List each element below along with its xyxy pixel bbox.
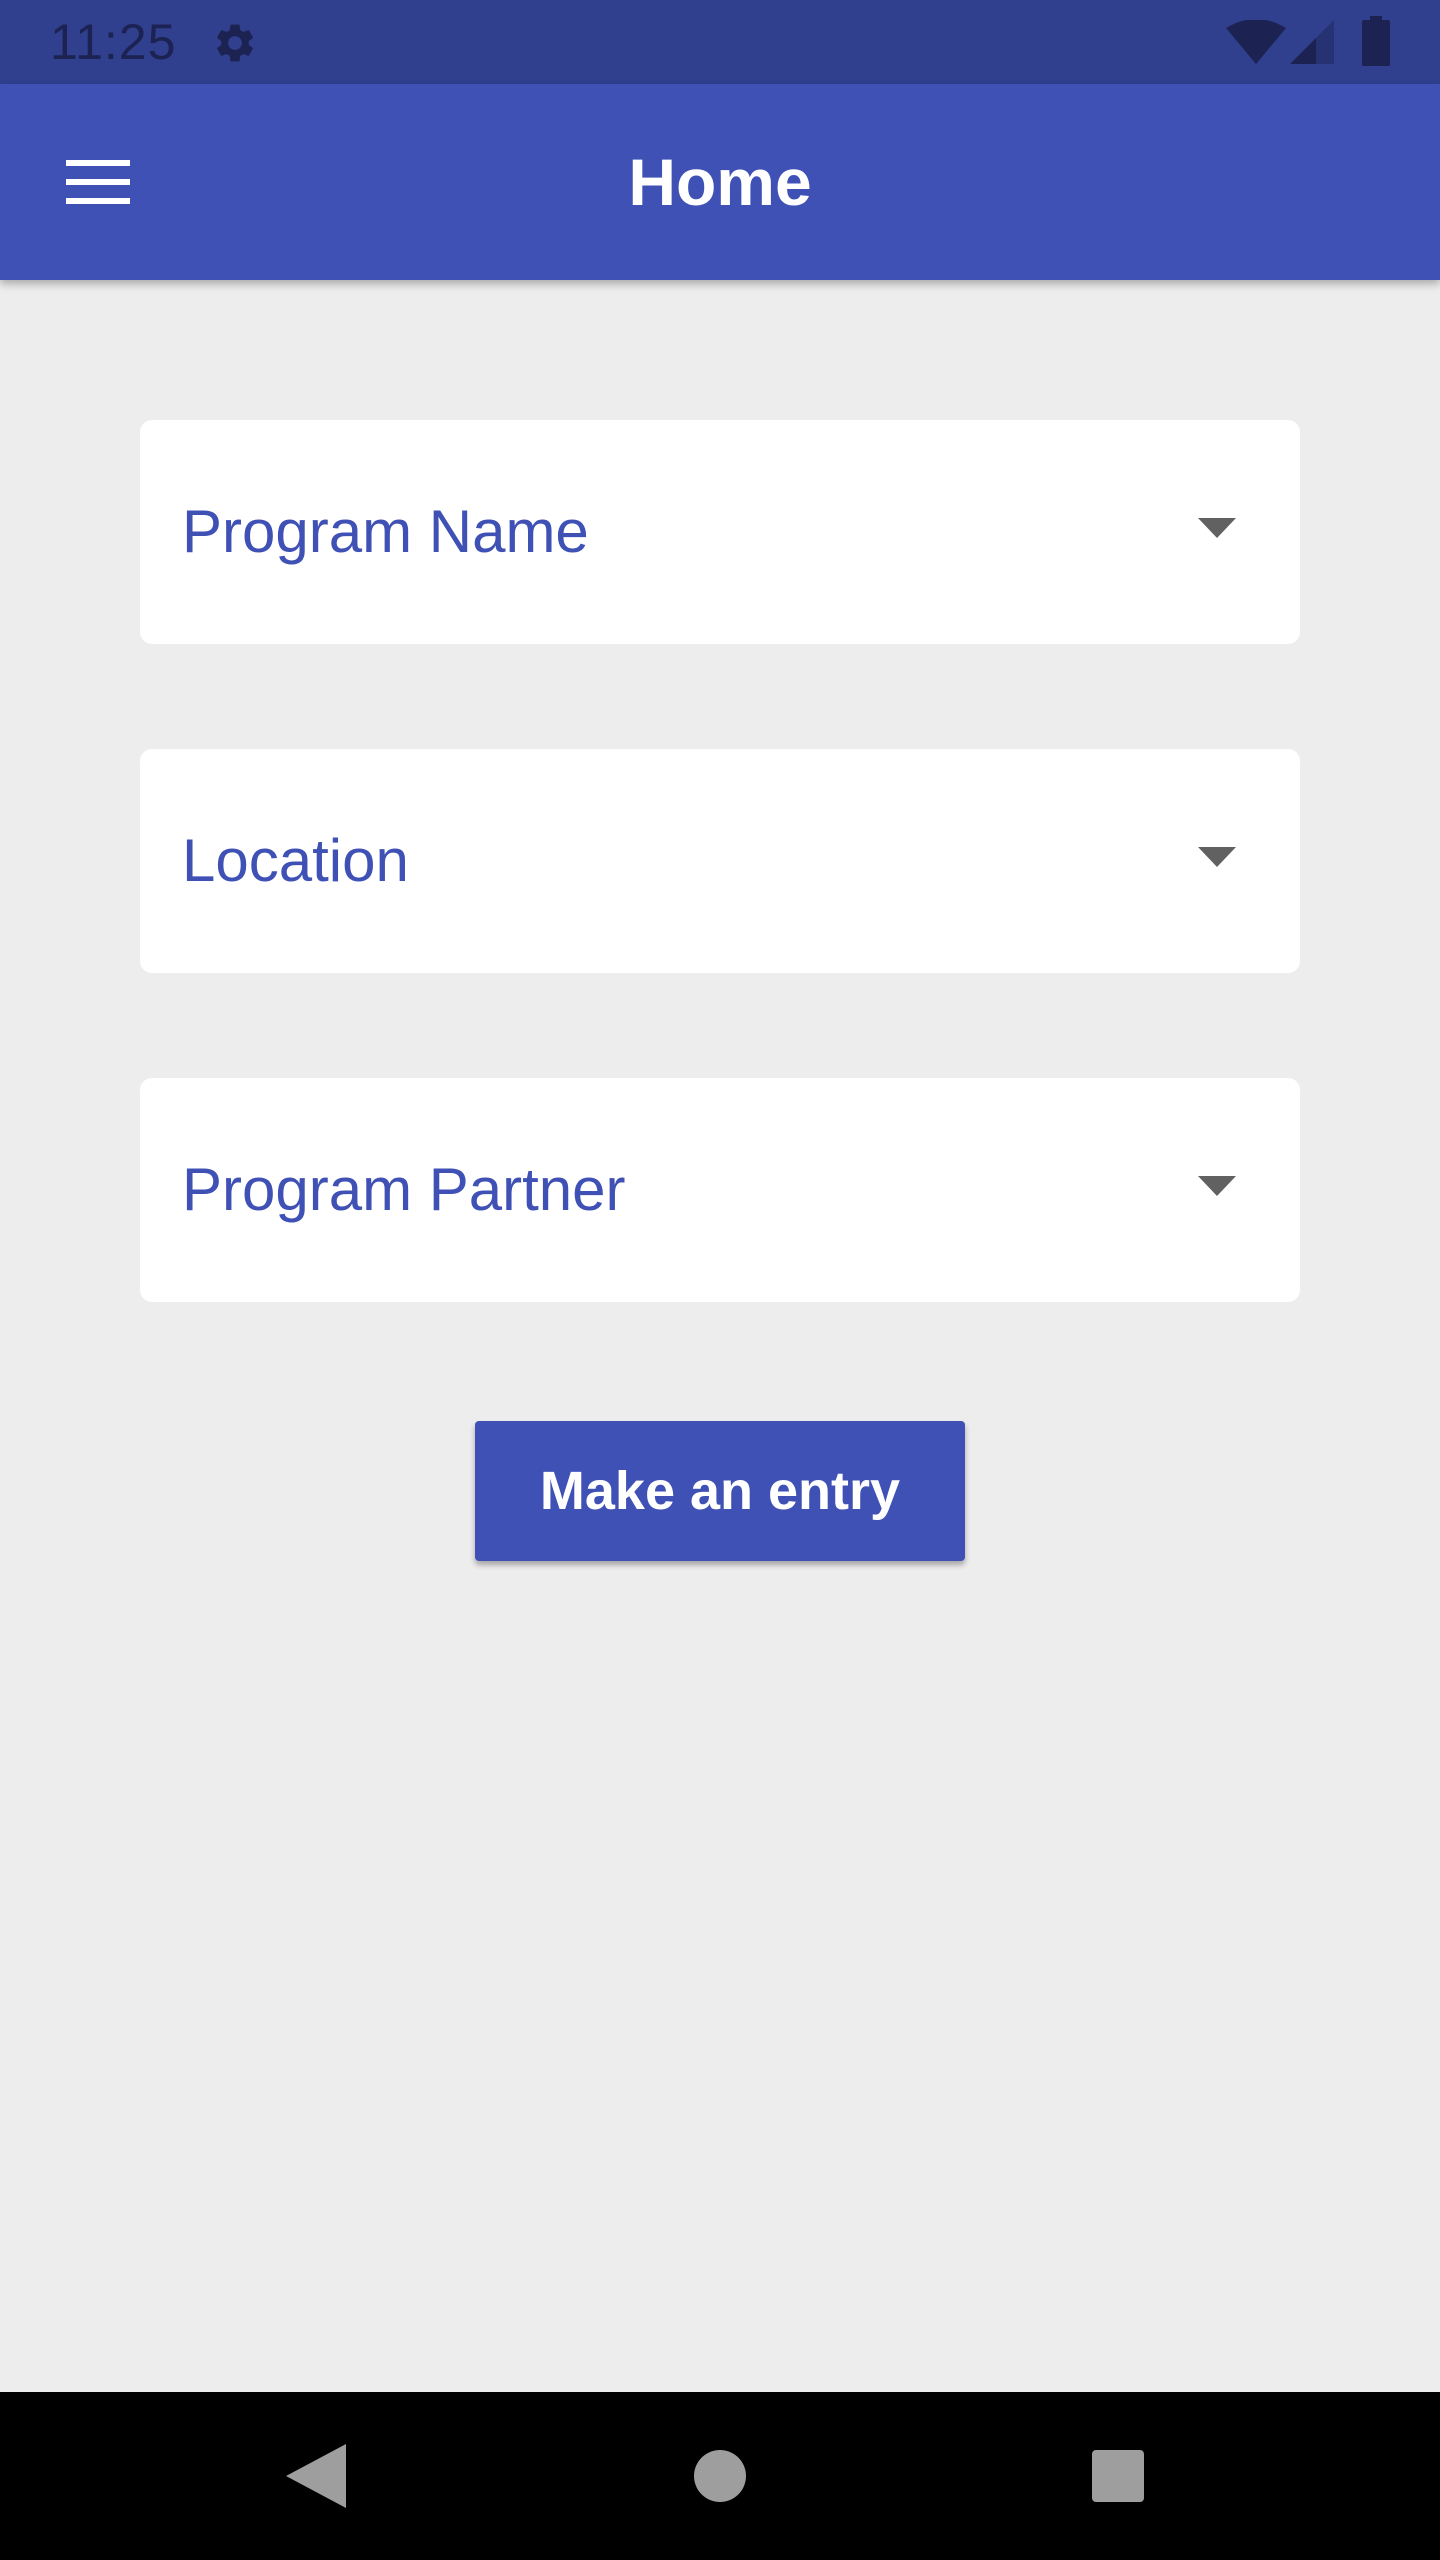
status-bar: 11:25 bbox=[0, 0, 1440, 84]
program-partner-dropdown[interactable]: Program Partner bbox=[140, 1078, 1300, 1302]
gear-icon bbox=[217, 24, 253, 62]
dropdown-arrow-icon bbox=[1198, 847, 1236, 867]
back-icon[interactable] bbox=[286, 2444, 346, 2508]
system-nav-bar bbox=[0, 2392, 1440, 2560]
status-time: 11:25 bbox=[50, 14, 177, 70]
recents-icon[interactable] bbox=[1092, 2450, 1144, 2502]
location-label: Location bbox=[182, 827, 409, 894]
dropdown-arrow-icon bbox=[1198, 1176, 1236, 1196]
battery-icon bbox=[1362, 16, 1390, 66]
wifi-icon bbox=[1226, 20, 1286, 64]
dropdown-arrow-icon bbox=[1198, 518, 1236, 538]
app-bar: Home bbox=[0, 84, 1440, 280]
program-partner-label: Program Partner bbox=[182, 1156, 626, 1223]
hamburger-menu-icon bbox=[66, 160, 130, 204]
menu-button[interactable] bbox=[50, 142, 146, 222]
location-dropdown[interactable]: Location bbox=[140, 749, 1300, 973]
program-name-dropdown[interactable]: Program Name bbox=[140, 420, 1300, 644]
program-name-label: Program Name bbox=[182, 498, 589, 565]
signal-icon bbox=[1290, 20, 1334, 64]
make-entry-button[interactable]: Make an entry bbox=[475, 1421, 965, 1561]
page-title: Home bbox=[628, 145, 812, 219]
home-icon[interactable] bbox=[694, 2450, 746, 2502]
